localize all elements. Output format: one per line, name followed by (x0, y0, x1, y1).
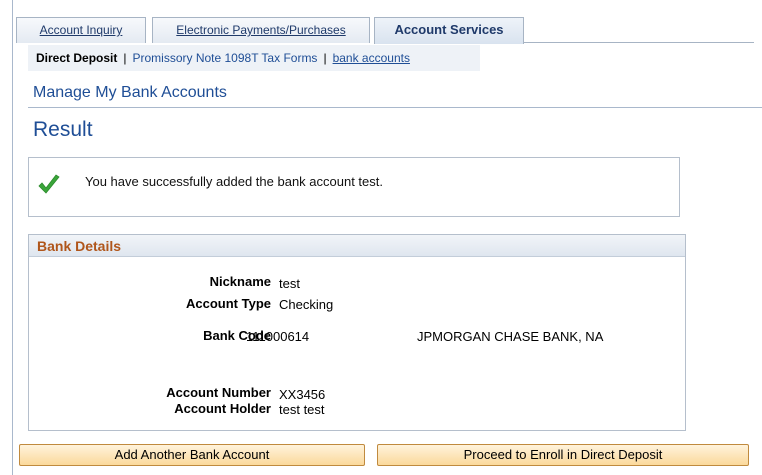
bank-details-header: Bank Details (29, 235, 685, 257)
tab-electronic-payments[interactable]: Electronic Payments/Purchases (152, 17, 370, 43)
checkmark-icon (38, 174, 60, 194)
subnav-link-promissory-note[interactable]: Promissory Note 1098T Tax Forms (132, 51, 317, 65)
success-message-box: You have successfully added the bank acc… (28, 157, 680, 217)
section-title: Manage My Bank Accounts (33, 84, 227, 101)
tab-electronic-payments-label: Electronic Payments/Purchases (176, 23, 346, 37)
page-title: Result (33, 118, 93, 141)
divider (28, 107, 762, 108)
bank-details-title: Bank Details (37, 238, 122, 254)
tab-account-inquiry-label: Account Inquiry (39, 23, 123, 37)
subnav-current-direct-deposit: Direct Deposit (36, 51, 118, 65)
tab-account-services[interactable]: Account Services (374, 17, 524, 44)
subnav-link-bank-accounts[interactable]: bank accounts (333, 51, 410, 65)
nickname-label: Nickname (209, 274, 271, 289)
account-holder-label: Account Holder (174, 401, 271, 416)
account-number-label: Account Number (166, 385, 271, 400)
bank-details-panel: Bank Details Nickname test Account Type … (28, 234, 686, 431)
bank-code-value: 111000614 (246, 329, 310, 344)
bank-name-value: JPMORGAN CHASE BANK, NA (417, 329, 604, 344)
sub-navigation: Direct Deposit | Promissory Note 1098T Tax… (28, 45, 480, 71)
account-type-value: Checking (279, 297, 334, 312)
proceed-enroll-direct-deposit-button[interactable]: Proceed to Enroll in Direct Deposit (377, 444, 749, 466)
add-another-bank-account-button[interactable]: Add Another Bank Account (19, 444, 365, 466)
account-type-label: Account Type (186, 296, 271, 311)
subnav-separator: | (323, 51, 327, 65)
account-number-value: XX3456 (279, 387, 326, 402)
tab-account-services-label: Account Services (394, 22, 504, 37)
tab-baseline (524, 42, 754, 43)
tab-account-inquiry[interactable]: Account Inquiry (16, 17, 146, 43)
subnav-separator: | (123, 51, 127, 65)
account-holder-value: test test (279, 402, 325, 417)
success-message: You have successfully added the bank acc… (85, 174, 383, 189)
nickname-value: test (279, 276, 300, 291)
